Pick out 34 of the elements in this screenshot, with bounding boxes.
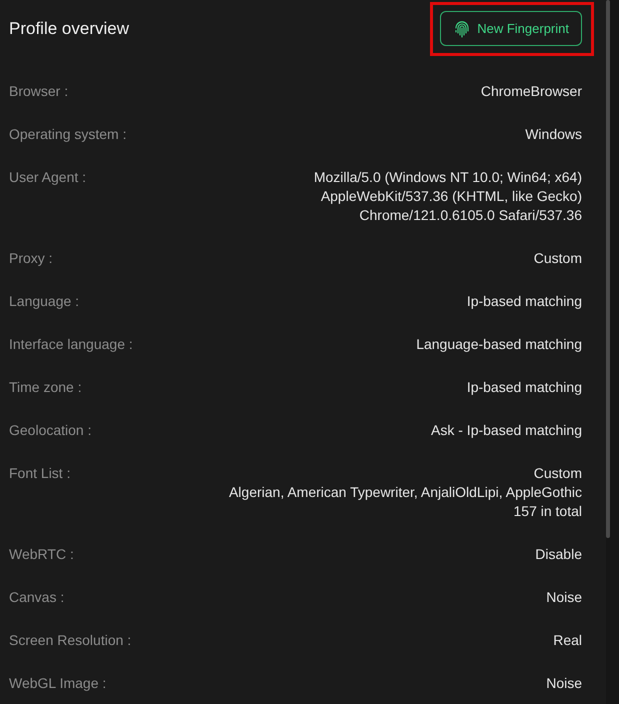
field-value: Noise — [546, 588, 582, 607]
field-label: Screen Resolution : — [9, 631, 132, 650]
field-value: Custom — [534, 464, 582, 483]
field-value: Chrome/121.0.6105.0 Safari/537.36 — [359, 206, 582, 225]
field-label: Font List : — [9, 464, 70, 483]
field-value: AppleWebKit/537.36 (KHTML, like Gecko) — [320, 187, 582, 206]
field-value: 157 in total — [514, 502, 582, 521]
field-label: Time zone : — [9, 378, 82, 397]
field-value: ChromeBrowser — [480, 82, 582, 101]
scrollbar-thumb[interactable] — [606, 0, 610, 538]
field-label: Canvas : — [9, 588, 64, 607]
field-label: User Agent : — [9, 168, 86, 187]
field-value: Algerian, American Typewriter, AnjaliOldLipi, AppleGothic — [228, 483, 582, 502]
field-value: Windows — [525, 125, 582, 144]
field-value: Real — [553, 631, 582, 650]
field-label: WebRTC : — [9, 545, 74, 564]
field-value: Language-based matching — [416, 335, 582, 354]
field-value: Noise — [546, 674, 582, 693]
fingerprint-icon — [455, 20, 470, 38]
field-value: Ip-based matching — [466, 292, 582, 311]
field-label: Geolocation : — [9, 421, 92, 440]
field-value: Custom — [534, 249, 582, 268]
field-value: Ip-based matching — [466, 378, 582, 397]
field-label: Language : — [9, 292, 80, 311]
new-fingerprint-button[interactable]: New Fingerprint — [440, 11, 582, 46]
field-label: Interface language : — [9, 335, 133, 354]
field-label: Operating system : — [9, 125, 126, 144]
field-label: WebGL Image : — [9, 674, 106, 693]
field-label: Proxy : — [9, 249, 53, 268]
field-value: Mozilla/5.0 (Windows NT 10.0; Win64; x64) — [314, 168, 582, 187]
field-value: Disable — [535, 545, 582, 564]
field-value: Ask - Ip-based matching — [431, 421, 582, 440]
page-title: Profile overview — [9, 18, 129, 40]
field-label: Browser : — [9, 82, 68, 101]
